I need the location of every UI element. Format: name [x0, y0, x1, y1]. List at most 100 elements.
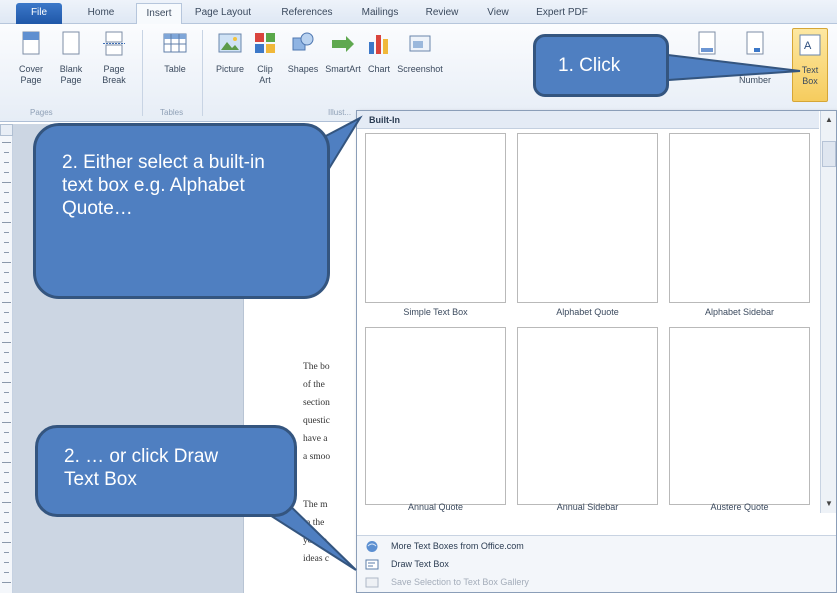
- ruler-tick: [4, 292, 9, 293]
- tab-references[interactable]: References: [270, 3, 344, 24]
- ruler-tick: [4, 412, 9, 413]
- ruler-tick: [4, 442, 9, 443]
- group-separator: [142, 30, 143, 116]
- footer-button[interactable]: Footer: [690, 28, 724, 102]
- chart-button[interactable]: Chart: [364, 28, 394, 102]
- smartart-button[interactable]: SmartArt: [322, 28, 364, 102]
- scroll-thumb[interactable]: [822, 141, 836, 167]
- gallery-item-annual-quote[interactable]: [365, 327, 506, 505]
- ruler-tick: [2, 462, 11, 463]
- screenshot-button[interactable]: Screenshot: [396, 28, 444, 102]
- document-text-line: in the: [303, 518, 325, 528]
- footer-icon: [698, 31, 716, 55]
- document-text-line: a smoo: [303, 452, 331, 462]
- ruler-tick: [4, 232, 9, 233]
- ruler-tick: [4, 282, 9, 283]
- scroll-down-icon[interactable]: ▼: [822, 497, 836, 511]
- ruler-tick: [4, 202, 9, 203]
- scroll-up-icon[interactable]: ▲: [822, 113, 836, 127]
- save-selection-label: Save Selection to Text Box Gallery: [391, 577, 529, 587]
- ruler-tick: [4, 432, 9, 433]
- ruler-tick: [4, 242, 9, 243]
- tab-insert[interactable]: Insert: [136, 3, 182, 24]
- ruler-tick: [4, 482, 9, 483]
- gallery-item-label: Alphabet Sidebar: [704, 307, 775, 317]
- shapes-icon: [292, 32, 314, 51]
- group-label-tables: Tables: [160, 108, 184, 117]
- document-text-line: of the: [303, 380, 325, 390]
- page-number-button[interactable]: Page Number: [736, 28, 774, 102]
- more-text-boxes-label: More Text Boxes from Office.com: [391, 541, 524, 551]
- callout-step-three: 2. … or click Draw Text Box: [35, 425, 297, 517]
- ruler-tick: [2, 582, 11, 583]
- ruler-tick: [2, 302, 11, 303]
- document-text-line: you to: [303, 536, 328, 546]
- callout-step-two-text: 2. Either select a built-in text box e.g…: [62, 152, 265, 219]
- gallery-item-alphabet-sidebar[interactable]: [669, 133, 810, 303]
- tab-home[interactable]: Home: [78, 3, 124, 24]
- ruler-tick: [4, 522, 9, 523]
- cover-page-icon: [22, 31, 40, 55]
- gallery-scrollbar[interactable]: ▲ ▼: [820, 111, 836, 513]
- table-label: Table: [164, 64, 186, 74]
- screenshot-icon: [409, 35, 431, 52]
- draw-text-box-label: Draw Text Box: [391, 559, 449, 569]
- smartart-icon: [332, 36, 354, 52]
- page-number-icon: [746, 31, 764, 55]
- chart-icon: [369, 35, 388, 54]
- group-label-illustrations: Illust...: [328, 108, 352, 117]
- ruler-tick: [4, 512, 9, 513]
- save-selection-item: Save Selection to Text Box Gallery: [357, 574, 836, 592]
- vertical-ruler: [0, 136, 13, 593]
- ruler-tick: [4, 252, 9, 253]
- gallery-header: Built-In: [357, 111, 819, 129]
- tab-expert-pdf[interactable]: Expert PDF: [524, 3, 600, 24]
- gallery-item-label: Annual Sidebar: [556, 502, 619, 512]
- clip-art-button[interactable]: Clip Art: [252, 28, 278, 102]
- shapes-button[interactable]: Shapes: [286, 28, 320, 102]
- tab-view[interactable]: View: [478, 3, 518, 24]
- gallery-item-austere-quote[interactable]: [669, 327, 810, 505]
- more-text-boxes-item[interactable]: More Text Boxes from Office.com: [357, 538, 836, 556]
- callout-step-two: 2. Either select a built-in text box e.g…: [33, 123, 330, 299]
- ruler-corner[interactable]: [0, 124, 13, 136]
- document-text-line: section: [303, 398, 330, 408]
- gallery-item-label: Austere Quote: [710, 502, 769, 512]
- tab-review[interactable]: Review: [416, 3, 468, 24]
- ruler-tick: [4, 552, 9, 553]
- gallery-item-annual-sidebar[interactable]: [517, 327, 658, 505]
- gallery-item-simple-text-box[interactable]: [365, 133, 506, 303]
- group-label-pages: Pages: [30, 108, 53, 117]
- blank-page-button[interactable]: Blank Page: [56, 28, 86, 102]
- tab-mailings[interactable]: Mailings: [352, 3, 408, 24]
- cover-page-button[interactable]: Cover Page: [14, 28, 48, 102]
- gallery-item-alphabet-quote[interactable]: [517, 133, 658, 303]
- text-box-button[interactable]: A Text Box: [792, 28, 828, 102]
- ruler-tick: [2, 542, 11, 543]
- svg-text:A: A: [804, 40, 812, 52]
- ruler-tick: [4, 492, 9, 493]
- ruler-tick: [4, 392, 9, 393]
- ruler-tick: [2, 142, 11, 143]
- ruler-tick: [4, 562, 9, 563]
- picture-button[interactable]: Picture: [212, 28, 248, 102]
- gallery-item-label: Annual Quote: [407, 502, 464, 512]
- shapes-label: Shapes: [287, 64, 319, 74]
- document-text-line: The bo: [303, 362, 330, 372]
- page-break-button[interactable]: Page Break: [98, 28, 130, 102]
- tab-page-layout[interactable]: Page Layout: [188, 3, 258, 24]
- text-box-label: Text Box: [801, 65, 819, 86]
- table-icon: [163, 33, 187, 53]
- gallery-item-label: Alphabet Quote: [556, 307, 619, 317]
- ruler-tick: [4, 352, 9, 353]
- callout-step-one-text: 1. Click: [558, 55, 621, 76]
- draw-text-box-item[interactable]: Draw Text Box: [357, 556, 836, 574]
- screenshot-label: Screenshot: [397, 64, 443, 74]
- tab-file[interactable]: File: [16, 3, 62, 24]
- ruler-tick: [2, 222, 11, 223]
- table-button[interactable]: Table: [158, 28, 192, 102]
- ruler-tick: [4, 272, 9, 273]
- office-online-icon: [366, 541, 378, 552]
- ruler-tick: [4, 532, 9, 533]
- callout-step-three-text: 2. … or click Draw Text Box: [64, 446, 219, 490]
